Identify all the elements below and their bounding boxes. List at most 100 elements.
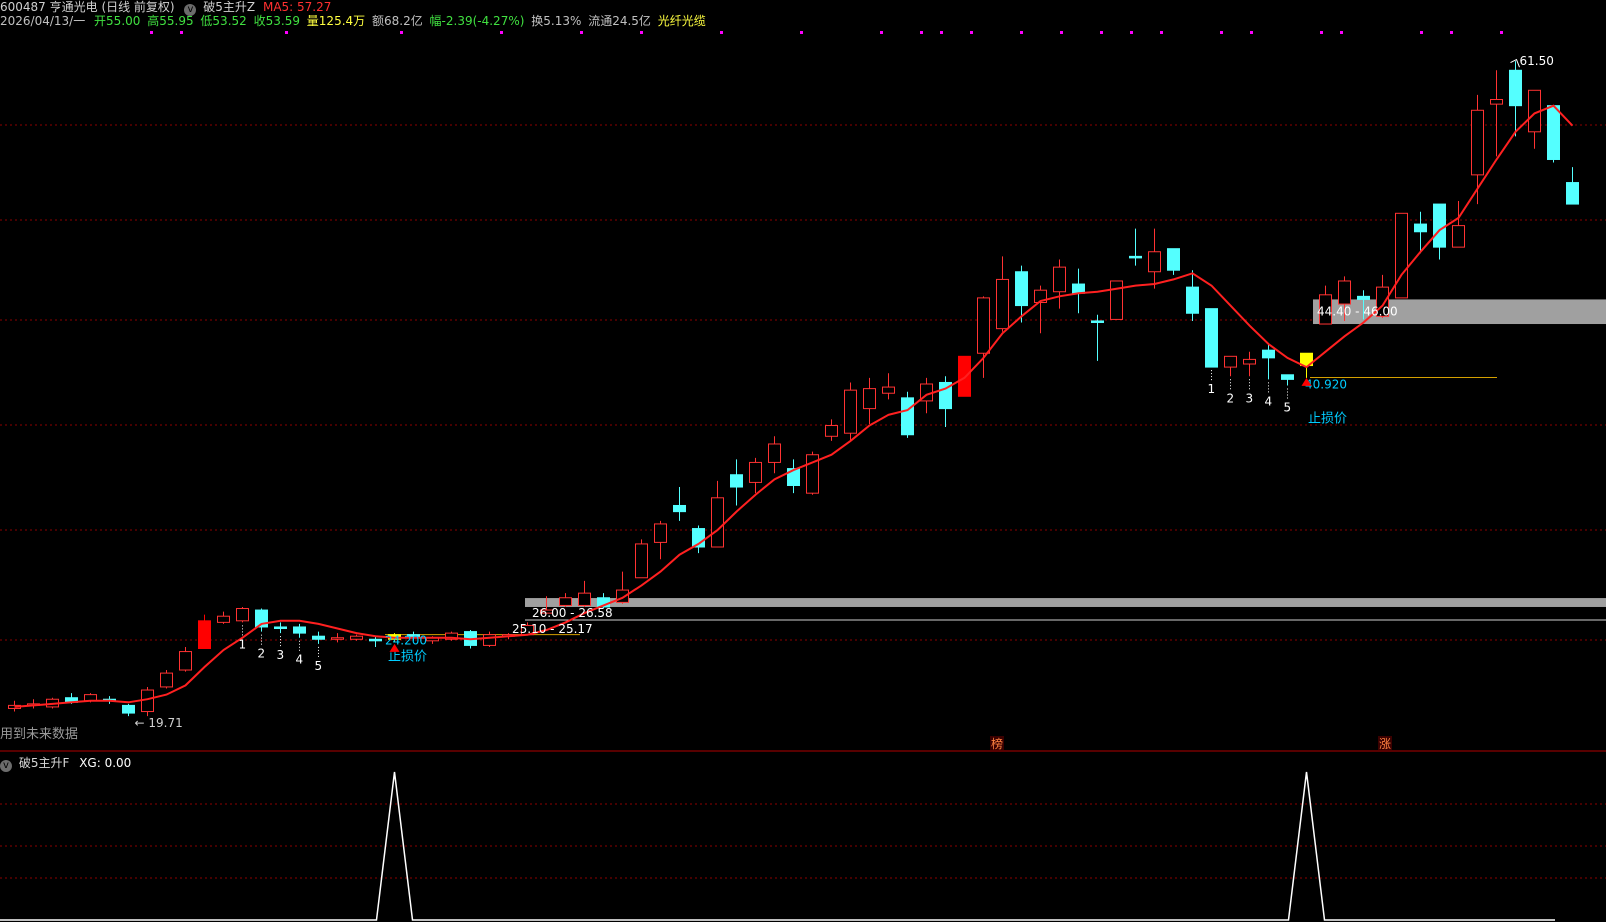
candle[interactable] bbox=[1452, 201, 1465, 248]
candle-body bbox=[350, 635, 363, 640]
candle-body bbox=[635, 543, 648, 579]
candle-body bbox=[1338, 280, 1351, 305]
candle-body bbox=[1509, 69, 1522, 107]
candle-body bbox=[977, 297, 990, 354]
candle[interactable] bbox=[977, 296, 990, 378]
candle[interactable] bbox=[445, 631, 458, 641]
candle[interactable] bbox=[217, 611, 230, 624]
candle-body bbox=[1433, 203, 1446, 248]
candle-body bbox=[217, 615, 230, 623]
candle[interactable] bbox=[160, 670, 173, 689]
signal-dot bbox=[1220, 31, 1223, 34]
candle[interactable] bbox=[483, 631, 496, 647]
candle[interactable] bbox=[1262, 344, 1275, 380]
sub-chart[interactable] bbox=[0, 752, 1606, 922]
candle[interactable] bbox=[122, 703, 135, 717]
candle[interactable] bbox=[768, 436, 781, 474]
candle[interactable] bbox=[1243, 351, 1256, 377]
signal-dot bbox=[880, 31, 883, 34]
high-price-label: 61.50 bbox=[1520, 54, 1554, 68]
stop-2-value: 40.920 bbox=[1305, 378, 1347, 392]
candle[interactable] bbox=[1186, 270, 1199, 321]
candle[interactable] bbox=[1129, 228, 1142, 266]
candle[interactable] bbox=[1034, 285, 1047, 334]
candle-body bbox=[1262, 349, 1275, 359]
candle-body bbox=[1566, 182, 1579, 205]
candle-body bbox=[749, 461, 762, 483]
signal-dot bbox=[940, 31, 943, 34]
candle-body bbox=[1471, 109, 1484, 176]
candle[interactable] bbox=[1224, 355, 1237, 377]
candle-body bbox=[1281, 374, 1294, 380]
candle[interactable] bbox=[1433, 203, 1446, 260]
candle[interactable] bbox=[939, 376, 952, 428]
candle[interactable] bbox=[1148, 228, 1161, 289]
candle[interactable] bbox=[863, 377, 876, 424]
candle[interactable] bbox=[198, 614, 211, 649]
signal-dot bbox=[640, 31, 643, 34]
grid-lines bbox=[0, 124, 1606, 641]
candle-body bbox=[1205, 308, 1218, 368]
candle[interactable] bbox=[806, 451, 819, 495]
candle-body bbox=[122, 704, 135, 714]
candle[interactable] bbox=[331, 633, 344, 643]
candle[interactable] bbox=[1167, 248, 1180, 275]
signal-dot bbox=[1250, 31, 1253, 34]
candle[interactable] bbox=[654, 520, 667, 560]
candle-body bbox=[274, 626, 287, 630]
candle-body bbox=[1243, 358, 1256, 365]
signal-dot bbox=[1020, 31, 1023, 34]
candle[interactable] bbox=[1053, 259, 1066, 309]
candle[interactable] bbox=[901, 391, 914, 438]
candle[interactable] bbox=[692, 525, 705, 554]
candle[interactable] bbox=[369, 636, 382, 647]
candle[interactable] bbox=[1528, 89, 1541, 149]
stop-1-value: 24.200 bbox=[385, 634, 427, 648]
candle[interactable] bbox=[312, 631, 325, 644]
candle[interactable] bbox=[673, 487, 686, 521]
candle[interactable] bbox=[1110, 280, 1123, 320]
candle-body bbox=[1148, 251, 1161, 273]
candle[interactable] bbox=[27, 699, 40, 709]
count-label: 5 bbox=[315, 659, 323, 673]
candle[interactable] bbox=[274, 622, 287, 634]
candle[interactable] bbox=[844, 382, 857, 441]
candle[interactable] bbox=[141, 686, 154, 717]
candle[interactable] bbox=[730, 459, 743, 506]
signal-dot bbox=[1130, 31, 1133, 34]
candle[interactable] bbox=[1566, 167, 1579, 205]
candle-body bbox=[901, 397, 914, 436]
candle[interactable] bbox=[1547, 105, 1560, 163]
candle[interactable] bbox=[711, 480, 724, 548]
main-chart[interactable]: ← 19.7161.5026.00 - 26.5825.10 - 25.1744… bbox=[0, 0, 1606, 752]
candle[interactable] bbox=[1490, 70, 1503, 157]
candle[interactable] bbox=[1281, 374, 1294, 386]
signal-dot bbox=[1160, 31, 1163, 34]
candle[interactable] bbox=[825, 419, 838, 441]
stop-1-text: 止损价 bbox=[388, 650, 427, 665]
signal-dot bbox=[720, 31, 723, 34]
candle[interactable] bbox=[1091, 314, 1104, 361]
candle[interactable] bbox=[179, 646, 192, 672]
candle[interactable] bbox=[559, 593, 572, 607]
signal-dot bbox=[1500, 31, 1503, 34]
candle-body bbox=[483, 634, 496, 646]
candle[interactable] bbox=[996, 256, 1009, 332]
candle[interactable] bbox=[236, 606, 249, 623]
candle[interactable] bbox=[882, 373, 895, 400]
candle[interactable] bbox=[1205, 308, 1218, 368]
candle[interactable] bbox=[293, 623, 306, 638]
bottom-mark-2: 涨 bbox=[1379, 736, 1391, 751]
candle[interactable] bbox=[1072, 268, 1085, 314]
candle[interactable] bbox=[1395, 212, 1408, 299]
candle[interactable] bbox=[578, 580, 591, 607]
annotations: ← 19.7161.5026.00 - 26.5825.10 - 25.1744… bbox=[0, 54, 1554, 751]
candle[interactable] bbox=[958, 355, 971, 397]
candle[interactable] bbox=[749, 457, 762, 494]
sub-grid-lines bbox=[0, 803, 1606, 879]
candle[interactable] bbox=[635, 539, 648, 579]
candle[interactable] bbox=[787, 459, 800, 494]
candle-body bbox=[293, 626, 306, 634]
candle-body bbox=[844, 389, 857, 434]
count-label: 3 bbox=[277, 648, 285, 662]
